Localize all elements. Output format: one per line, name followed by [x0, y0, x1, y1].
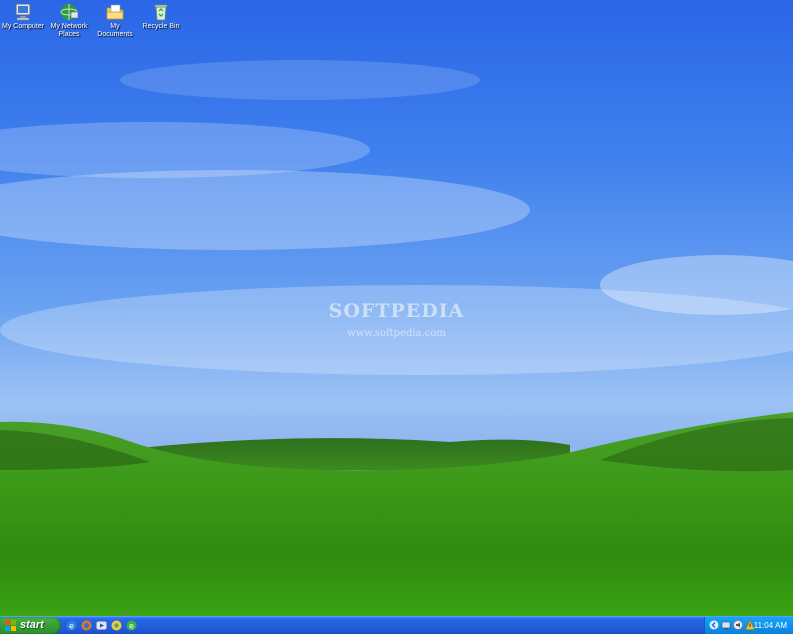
desktop-icon-label: My Documents	[97, 23, 133, 38]
documents-folder-icon	[106, 4, 124, 20]
desktop-icon-my-computer[interactable]: My Computer	[0, 2, 46, 31]
volume-icon[interactable]	[733, 620, 743, 630]
watermark-title: SOFTPEDIA	[328, 300, 465, 322]
browser-icon[interactable]: e	[126, 620, 137, 631]
desktop-icon-label: My Computer	[1, 23, 44, 30]
start-button[interactable]: start	[0, 617, 61, 634]
internet-explorer-icon[interactable]: e	[66, 620, 77, 631]
windows-flag-icon	[5, 620, 16, 631]
desktop-icon-label: My Network Places	[50, 23, 88, 38]
svg-text:e: e	[69, 622, 74, 631]
media-player-icon[interactable]	[96, 620, 107, 631]
watermark-url: www.softpedia.com	[347, 328, 446, 339]
desktop-icon-my-network-places[interactable]: My Network Places	[46, 2, 92, 39]
firefox-icon[interactable]	[81, 620, 92, 631]
desktop-icon-my-documents[interactable]: My Documents	[92, 2, 138, 39]
desktop: SOFTPEDIA www.softpedia.com My Computer …	[0, 0, 793, 616]
network-icon[interactable]	[721, 620, 731, 630]
clock[interactable]: 11:04 AM	[754, 617, 787, 634]
start-label: start	[20, 619, 44, 631]
svg-text:e: e	[129, 622, 134, 631]
desktop-icon-recycle-bin[interactable]: Recycle Bin	[138, 2, 184, 31]
network-places-icon	[60, 4, 79, 20]
arrow-icon[interactable]	[709, 620, 719, 630]
desktop-icon-label: Recycle Bin	[142, 23, 180, 30]
system-tray: 11:04 AM	[704, 617, 793, 634]
taskbar: start e e 11:04 AM	[0, 616, 793, 634]
messenger-icon[interactable]	[111, 620, 122, 631]
my-computer-icon	[15, 3, 31, 21]
recycle-bin-icon	[154, 4, 168, 21]
